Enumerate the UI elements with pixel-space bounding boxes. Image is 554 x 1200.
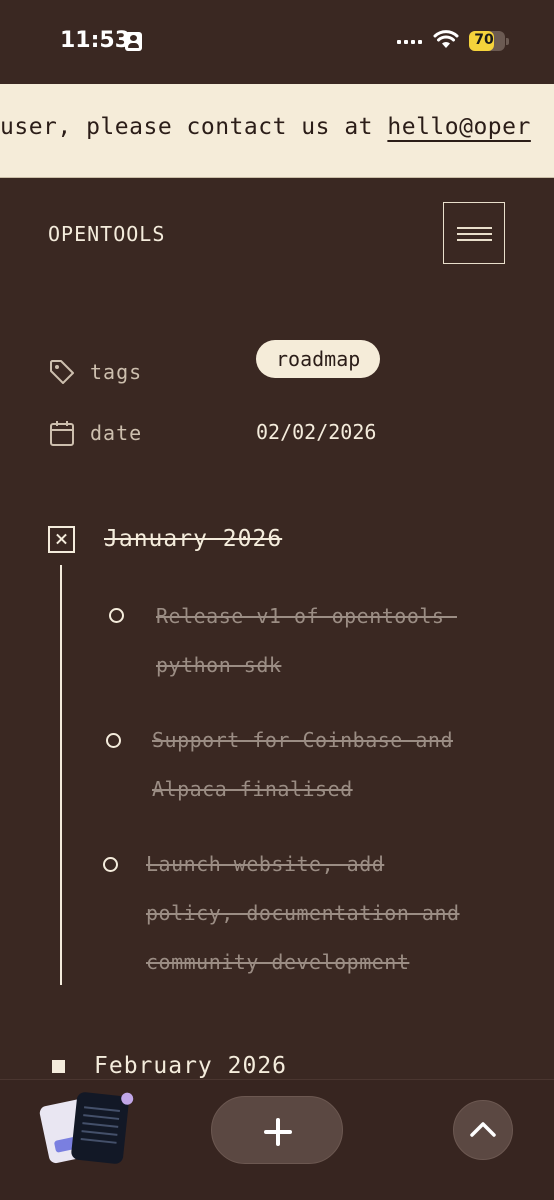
roadmap-item: Release v1 of opentools- python-sdk (156, 604, 457, 677)
calendar-icon (50, 421, 74, 446)
contact-email-link[interactable]: hello@oper (387, 114, 530, 140)
month-title-february: February 2026 (94, 1053, 288, 1079)
wifi-icon (433, 30, 459, 48)
month-title-january: January 2026 (104, 526, 283, 552)
announcement-banner: user, please contact us at hello@oper (0, 84, 554, 178)
chevron-up-icon (470, 1122, 496, 1137)
menu-button[interactable] (443, 202, 505, 264)
roadmap-item: Support for Coinbase and Alpaca finalise… (152, 728, 453, 801)
status-time: 11:53 (60, 28, 131, 53)
completed-checkbox-icon[interactable] (48, 526, 75, 553)
circle-bullet-icon (109, 608, 124, 623)
scroll-up-button[interactable] (453, 1100, 513, 1160)
timeline-line (60, 565, 62, 985)
signal-dots-icon (397, 40, 422, 44)
post-date: 02/02/2026 (256, 420, 377, 444)
circle-bullet-icon (106, 733, 121, 748)
banner-text: user, please contact us at hello@oper (0, 114, 531, 140)
roadmap-item: Launch website, add policy, documentatio… (146, 852, 460, 974)
banner-message: user, please contact us at (0, 114, 388, 140)
hamburger-menu-icon (457, 227, 492, 229)
square-bullet-icon (52, 1060, 65, 1073)
status-bar: 11:53 70 (0, 0, 554, 84)
battery-icon: 70 (469, 31, 509, 51)
tags-label: tags (90, 360, 143, 384)
tags-row: tags roadmap (48, 340, 508, 386)
tag-icon (50, 360, 74, 384)
battery-level: 70 (474, 32, 494, 48)
date-label: date (90, 421, 143, 445)
tab-switcher-icon[interactable] (38, 1091, 130, 1172)
tag-roadmap[interactable]: roadmap (256, 340, 381, 378)
new-tab-button[interactable] (211, 1096, 343, 1164)
circle-bullet-icon (103, 857, 118, 872)
browser-bottom-bar (0, 1080, 554, 1200)
person-id-icon (125, 32, 142, 51)
site-logo[interactable]: OPENTOOLS (48, 222, 165, 246)
date-row: date 02/02/2026 (48, 419, 508, 447)
